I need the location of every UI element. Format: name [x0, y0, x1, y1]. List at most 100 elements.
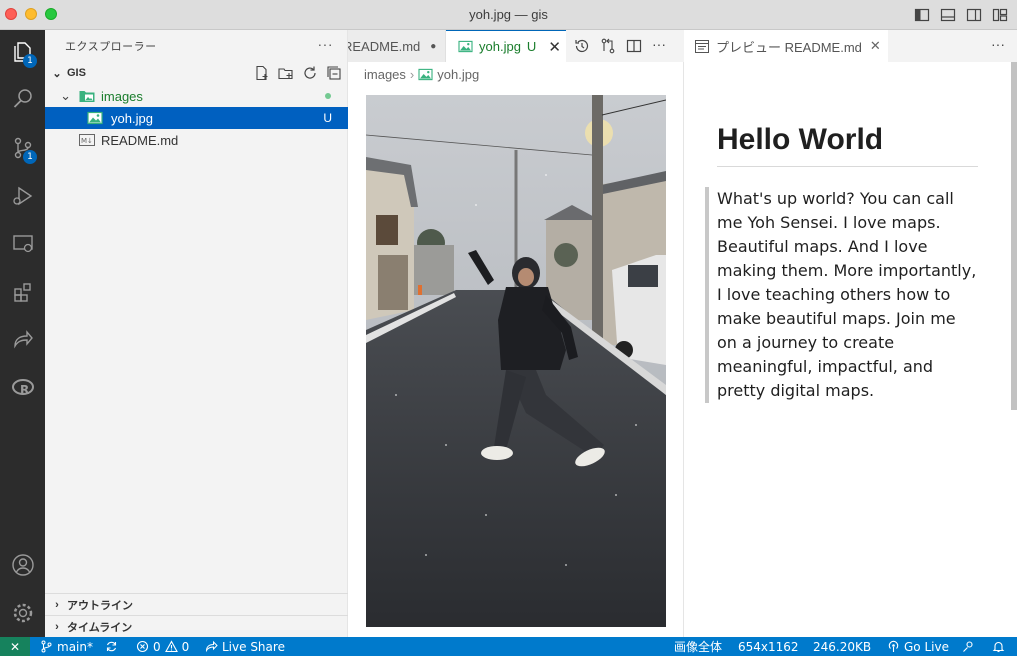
error-icon [136, 640, 149, 653]
source-control-badge: 1 [23, 150, 37, 164]
live-share-label: Live Share [222, 639, 285, 654]
toggle-primary-sidebar-icon[interactable] [914, 7, 930, 23]
close-tab-icon[interactable]: ✕ [548, 38, 561, 56]
broadcast-icon [888, 640, 899, 652]
tree-file-readme[interactable]: M↓ README.md [45, 129, 348, 151]
image-editor-group: README.md ● yoh.jpg U ✕ ··· images › yoh… [348, 30, 684, 637]
notifications-button[interactable] [992, 637, 1005, 656]
live-share-icon [205, 640, 218, 653]
explorer-activity-button[interactable]: 1 [0, 32, 45, 72]
refresh-explorer-icon[interactable] [302, 65, 318, 81]
explorer-more-actions-button[interactable]: ··· [318, 36, 334, 52]
preview-scrollbar[interactable] [1011, 62, 1017, 410]
source-control-activity-button[interactable]: 1 [0, 128, 45, 168]
tree-file-yoh-jpg[interactable]: yoh.jpg U [45, 107, 348, 129]
editor-tabs: README.md ● yoh.jpg U ✕ ··· [348, 30, 684, 62]
r-language-icon: R [11, 379, 34, 397]
zoom-indicator[interactable]: 画像全体 [674, 637, 722, 656]
tab-status-badge: U [526, 39, 537, 54]
chevron-down-icon: ⌄ [52, 67, 62, 80]
close-tab-icon[interactable]: ✕ [870, 38, 881, 54]
sync-icon [106, 641, 117, 652]
extensions-icon [13, 283, 31, 302]
status-bar: ✕ main* 0 0 Live Share 画像全体 654x1162 246… [0, 637, 1017, 656]
svg-text:R: R [20, 383, 29, 397]
tab-yoh-jpg[interactable]: yoh.jpg U ✕ [446, 30, 566, 62]
tab-preview-readme[interactable]: プレビュー README.md ✕ [685, 30, 888, 62]
timeline-history-icon[interactable] [574, 38, 590, 54]
image-file-icon [418, 68, 433, 80]
branch-indicator[interactable]: main* [40, 637, 93, 656]
chevron-right-icon: › [55, 620, 59, 633]
title-bar: yoh.jpg — gis [0, 0, 1017, 30]
live-share-button[interactable]: Live Share [205, 637, 285, 656]
preview-heading: Hello World [717, 123, 978, 167]
account-activity-button[interactable] [0, 545, 45, 585]
editor-more-actions-button[interactable]: ··· [652, 36, 666, 52]
tree-label-readme: README.md [101, 132, 179, 148]
image-folder-icon [79, 91, 95, 102]
tree-folder-images[interactable]: ⌄ images [45, 85, 348, 107]
tab-readme[interactable]: README.md ● [348, 30, 446, 62]
explorer-header: エクスプローラー ··· [45, 30, 347, 62]
customize-layout-icon[interactable] [992, 7, 1008, 23]
outline-section-header[interactable]: › アウトライン [45, 593, 348, 615]
preview-more-actions-button[interactable]: ··· [991, 36, 1005, 52]
feedback-icon [963, 641, 973, 652]
breadcrumb-folder[interactable]: images [364, 67, 406, 82]
open-changes-icon[interactable] [600, 38, 616, 54]
file-size: 246.20KB [813, 637, 871, 656]
warning-count: 0 [181, 639, 190, 654]
breadcrumb: images › yoh.jpg [364, 66, 479, 82]
chevron-right-icon: › [409, 66, 415, 82]
unsaved-dot-icon[interactable]: ● [430, 41, 436, 52]
timeline-label: タイムライン [67, 621, 133, 634]
sync-button[interactable] [105, 637, 118, 656]
timeline-section-header[interactable]: › タイムライン [45, 615, 348, 637]
go-live-button[interactable]: Go Live [887, 637, 949, 656]
preview-tabs: プレビュー README.md ✕ ··· [685, 30, 1017, 62]
branch-name: main* [57, 639, 93, 654]
live-share-activity-button[interactable] [0, 320, 45, 360]
image-preview [366, 95, 666, 627]
git-branch-icon [41, 640, 52, 653]
search-activity-button[interactable] [0, 79, 45, 119]
split-editor-icon[interactable] [626, 38, 642, 54]
extensions-activity-button[interactable] [0, 272, 45, 312]
feedback-button[interactable] [962, 637, 975, 656]
warning-icon [164, 640, 178, 653]
tab-preview-label: プレビュー README.md [716, 39, 862, 55]
error-count: 0 [153, 639, 161, 654]
tree-label-yoh-jpg: yoh.jpg [111, 110, 153, 126]
r-activity-button[interactable]: R [0, 368, 45, 408]
workspace-section-header[interactable]: ⌄ GIS [45, 62, 348, 84]
go-live-label: Go Live [904, 639, 949, 654]
tree-label-images: images [101, 88, 143, 104]
live-share-icon [13, 330, 33, 349]
toggle-panel-icon[interactable] [940, 7, 956, 23]
new-file-icon[interactable] [254, 65, 270, 81]
settings-activity-button[interactable] [0, 593, 45, 633]
run-debug-activity-button[interactable] [0, 176, 45, 216]
explorer-badge: 1 [23, 54, 37, 68]
svg-text:M↓: M↓ [81, 137, 93, 145]
chevron-down-icon: ⌄ [60, 88, 71, 103]
new-folder-icon[interactable] [278, 65, 294, 81]
remote-explorer-icon [12, 235, 33, 253]
untracked-status-badge: U [323, 111, 332, 125]
markdown-preview-group: プレビュー README.md ✕ ··· Hello World What's… [685, 30, 1017, 637]
untracked-changes-dot [325, 93, 331, 99]
run-debug-icon [12, 186, 32, 206]
breadcrumb-file[interactable]: yoh.jpg [437, 67, 479, 82]
settings-gear-icon [13, 603, 32, 623]
remote-explorer-activity-button[interactable] [0, 224, 45, 264]
remote-indicator-button[interactable]: ✕ [0, 637, 30, 656]
preview-blockquote: What's up world? You can call me Yoh Sen… [705, 187, 980, 403]
tab-yoh-jpg-label: yoh.jpg [479, 39, 521, 54]
collapse-folders-icon[interactable] [326, 65, 342, 81]
explorer-sidebar: エクスプローラー ··· ⌄ GIS ⌄ images yoh.jpg U M↓… [45, 30, 348, 637]
toggle-secondary-sidebar-icon[interactable] [966, 7, 982, 23]
search-icon [13, 89, 32, 108]
image-dimensions-label: 654x1162 [738, 639, 799, 654]
problems-indicator[interactable]: 0 0 [136, 637, 189, 656]
